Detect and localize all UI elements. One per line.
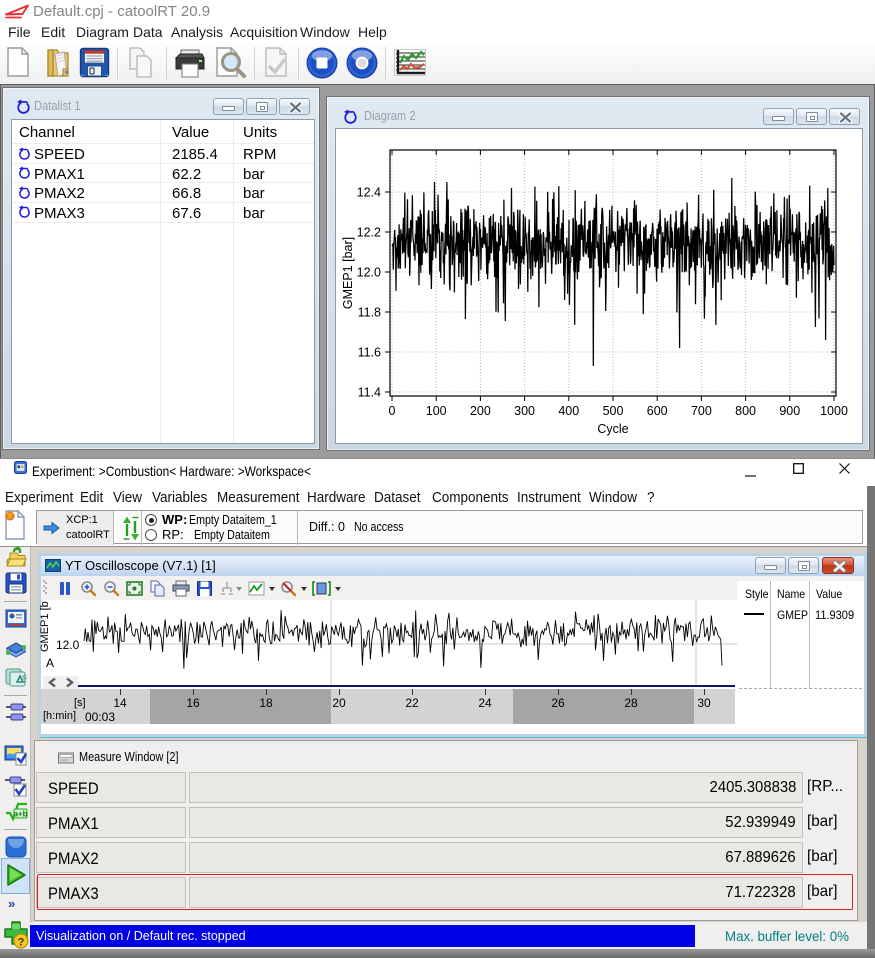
svg-text:?: ? xyxy=(18,937,25,949)
svg-text:12.0: 12.0 xyxy=(357,266,381,280)
svg-text:11.8: 11.8 xyxy=(358,306,381,320)
svg-text:12.2: 12.2 xyxy=(357,226,381,240)
svg-text:600: 600 xyxy=(647,404,668,418)
svg-text:1000: 1000 xyxy=(820,404,848,418)
svg-text:11.4: 11.4 xyxy=(358,386,381,400)
svg-text:GMEP1 [bar]: GMEP1 [bar] xyxy=(341,237,355,309)
svg-text:Cycle: Cycle xyxy=(597,422,628,436)
svg-text:700: 700 xyxy=(691,404,712,418)
svg-text:900: 900 xyxy=(779,404,800,418)
svg-text:0: 0 xyxy=(389,404,396,418)
svg-text:200: 200 xyxy=(470,404,491,418)
svg-text:100: 100 xyxy=(426,404,447,418)
svg-text:500: 500 xyxy=(603,404,624,418)
svg-text:11.6: 11.6 xyxy=(358,346,381,360)
svg-text:12.4: 12.4 xyxy=(357,186,381,200)
svg-text:300: 300 xyxy=(514,404,535,418)
svg-text:800: 800 xyxy=(735,404,756,418)
svg-text:400: 400 xyxy=(558,404,579,418)
svg-text:a+b: a+b xyxy=(13,810,27,819)
